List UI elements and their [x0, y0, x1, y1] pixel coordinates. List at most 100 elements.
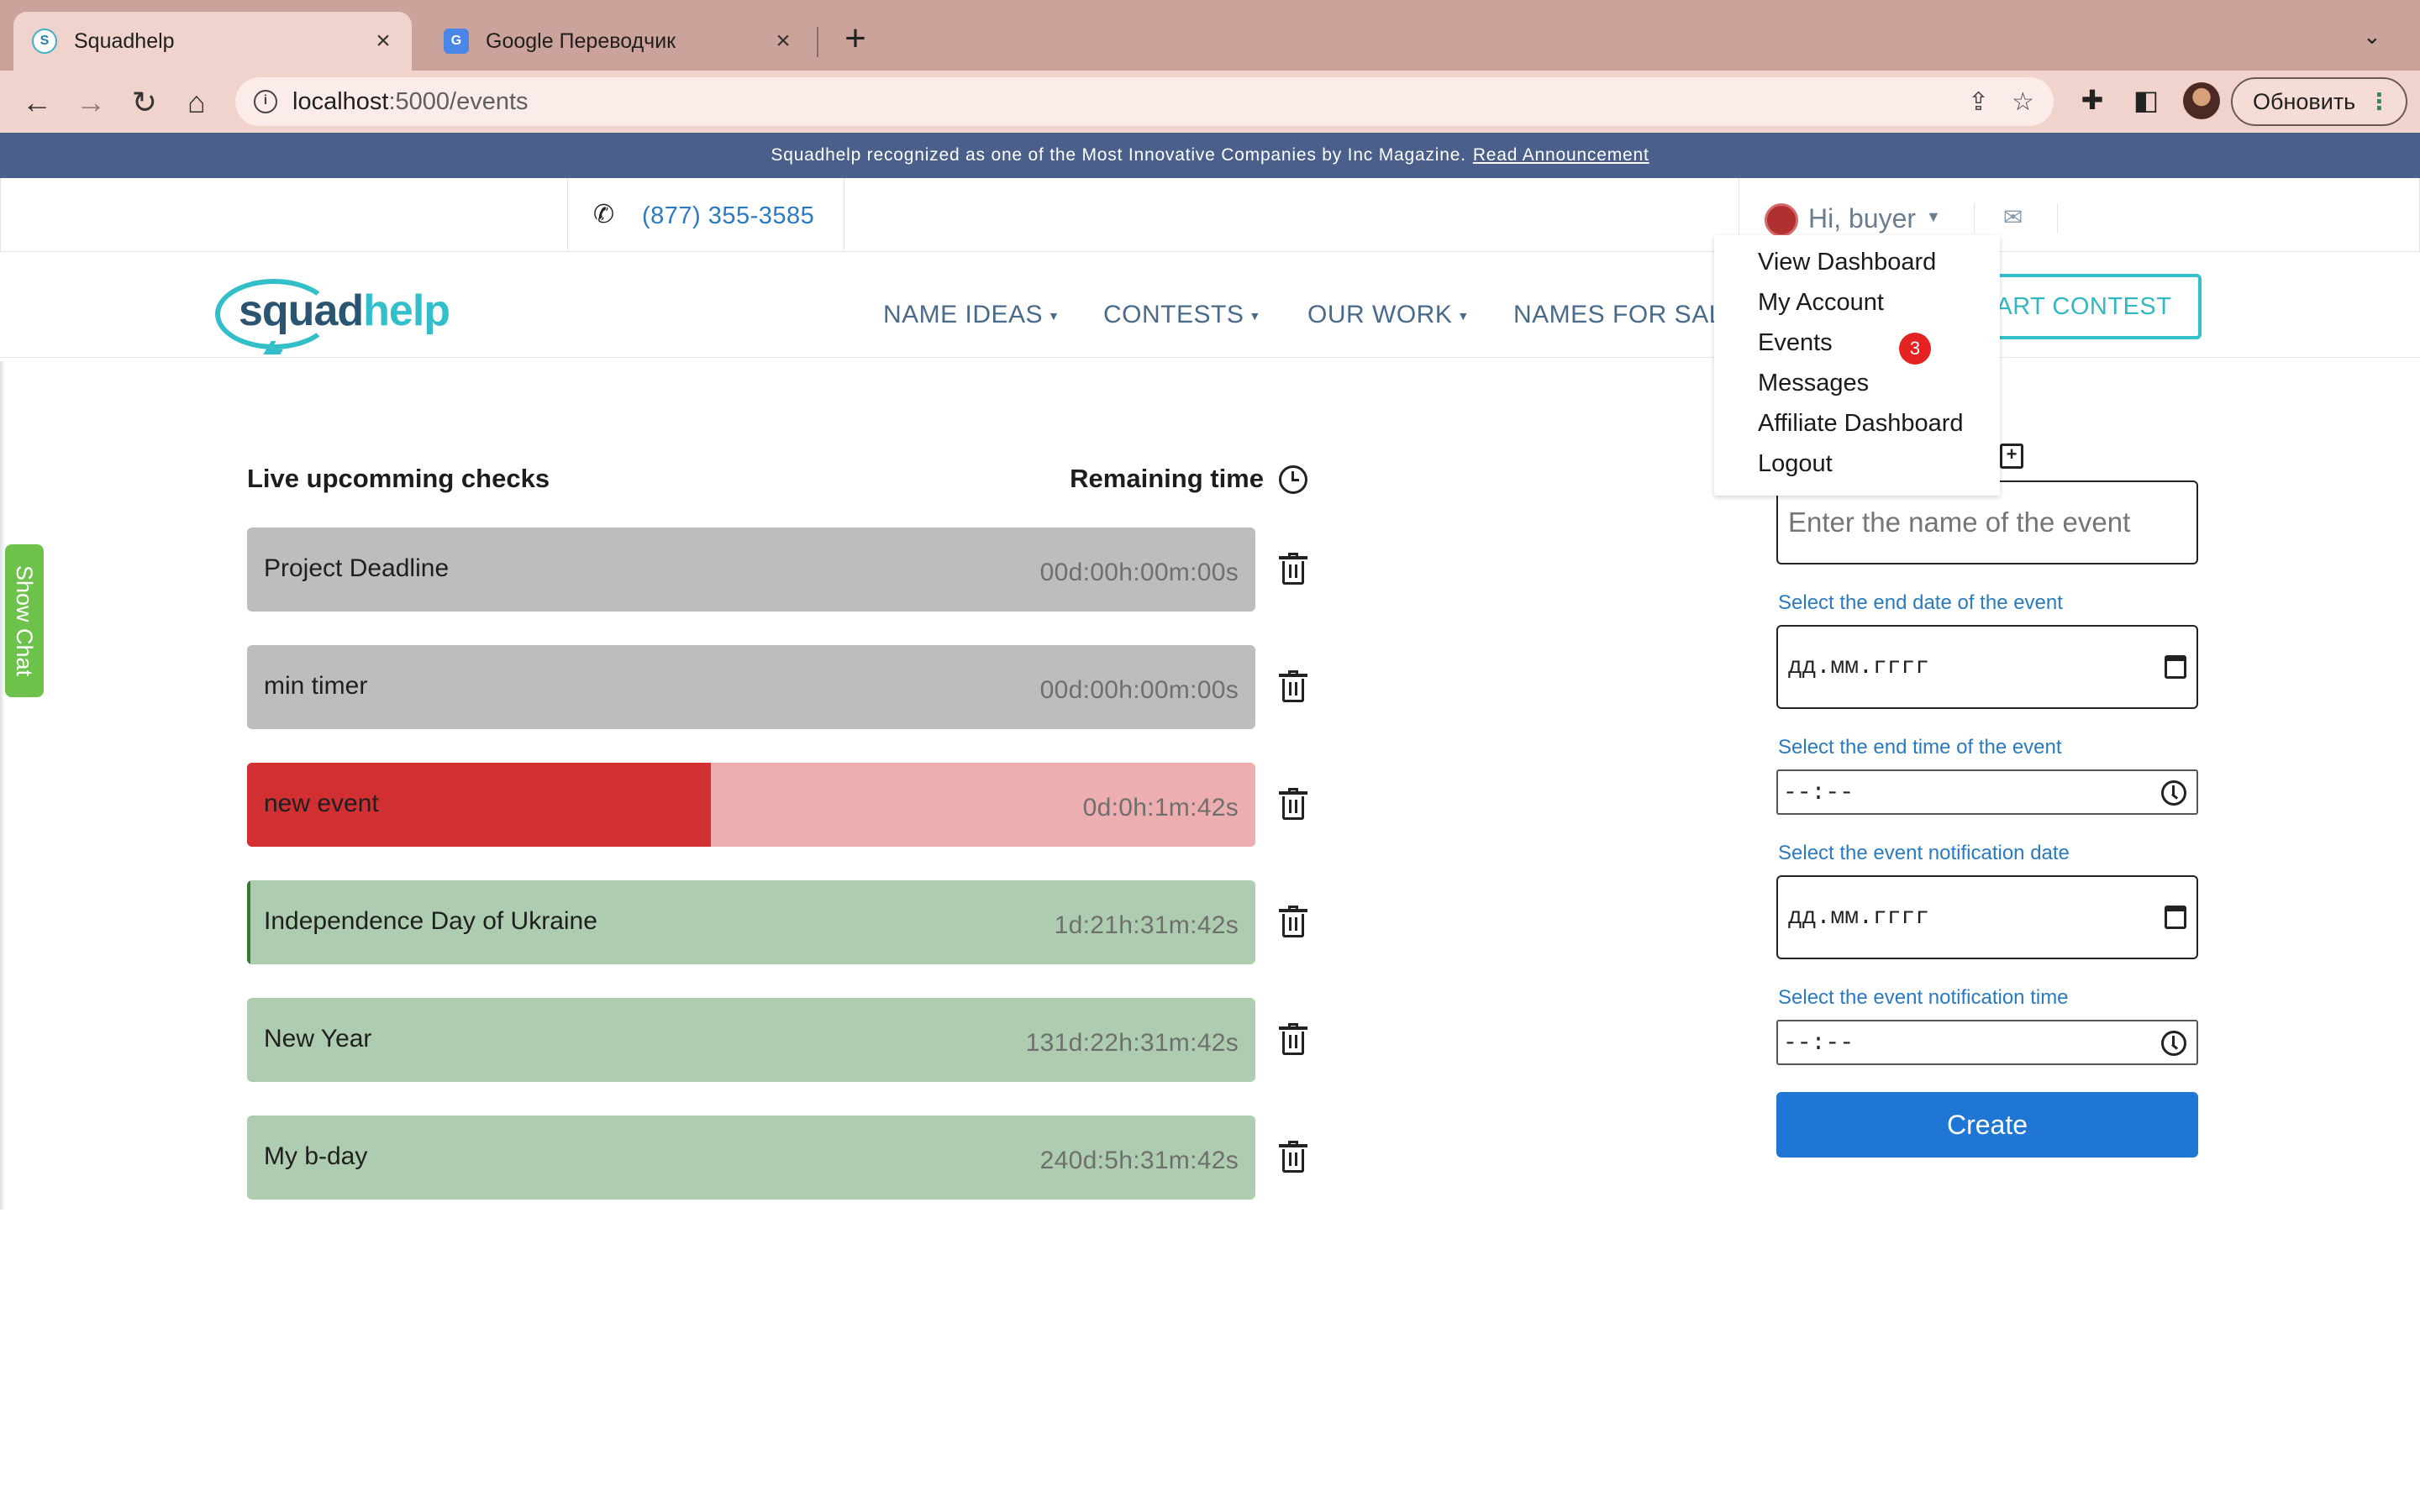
update-label: Обновить — [2253, 89, 2356, 114]
calendar-icon[interactable] — [2165, 655, 2186, 679]
delete-trash-icon[interactable] — [1279, 1023, 1307, 1057]
address-bar[interactable]: i localhost:5000/events ⇪ ☆ — [235, 77, 2054, 126]
close-tab-icon[interactable]: × — [766, 27, 800, 55]
nav-names-for-sale[interactable]: NAMES FOR SALE — [1513, 301, 1740, 329]
end-time-label: Select the end time of the event — [1778, 736, 2062, 759]
events-list-title: Live upcomming checks — [247, 464, 550, 493]
end-date-value: дд.мм.гггг — [1788, 654, 1930, 680]
notify-time-value: --:-- — [1783, 1031, 1854, 1057]
event-row: Independence Day of Ukraine 1d:21h:31m:42… — [247, 880, 1307, 964]
site-info-icon[interactable]: i — [254, 90, 277, 113]
end-time-value: --:-- — [1783, 780, 1854, 806]
browser-tabstrip: S Squadhelp × G Google Переводчик × + ⌄ — [0, 0, 2420, 71]
profile-avatar[interactable] — [2183, 82, 2220, 119]
caret-down-icon: ▼ — [1457, 309, 1470, 323]
page-shadow — [0, 361, 5, 1210]
extensions-puzzle-icon[interactable]: ✚ — [2075, 84, 2109, 118]
update-browser-button[interactable]: Обновить ⋮ — [2231, 77, 2407, 126]
menu-item-view-dashboard[interactable]: View Dashboard — [1758, 249, 1936, 276]
event-progress-bar: Project Deadline 00d:00h:00m:00s — [247, 528, 1255, 612]
notify-date-value: дд.мм.гггг — [1788, 905, 1930, 931]
caret-down-icon: ▼ — [1048, 309, 1060, 323]
notify-time-field[interactable]: --:-- — [1776, 1020, 2198, 1065]
delete-trash-icon[interactable] — [1279, 670, 1307, 704]
event-row: min timer 00d:00h:00m:00s — [247, 645, 1307, 729]
user-dropdown-menu: View Dashboard My Account Events 3 Messa… — [1714, 235, 2000, 496]
more-menu-icon[interactable]: ⋮ — [2368, 79, 2391, 124]
event-row: My b-day 240d:5h:31m:42s — [247, 1116, 1307, 1200]
events-list-header: Live upcomming checks Remaining time — [247, 464, 1307, 497]
nav-name-ideas[interactable]: NAME IDEAS ▼ — [883, 301, 1060, 329]
event-row: Project Deadline 00d:00h:00m:00s — [247, 528, 1307, 612]
event-row: New Year 131d:22h:31m:42s — [247, 998, 1307, 1082]
create-event-button[interactable]: Create — [1776, 1092, 2198, 1158]
menu-item-messages[interactable]: Messages — [1758, 370, 1869, 397]
tab-google-translate[interactable]: G Google Переводчик × — [425, 12, 812, 71]
new-tab-icon[interactable]: + — [835, 20, 876, 60]
clock-icon — [1279, 465, 1307, 494]
events-count-badge: 3 — [1899, 333, 1931, 365]
share-icon[interactable]: ⇪ — [1968, 87, 1989, 117]
menu-item-events[interactable]: Events 3 — [1758, 329, 1931, 365]
event-progress-bar: New Year 131d:22h:31m:42s — [247, 998, 1255, 1082]
user-avatar — [1765, 203, 1798, 237]
phone-icon: ✆ — [593, 201, 615, 228]
url-host: localhost — [292, 88, 389, 115]
event-row: new event 0d:0h:1m:42s — [247, 763, 1307, 847]
user-greeting: Hi, buyer — [1808, 203, 1917, 234]
nav-contests[interactable]: CONTESTS ▼ — [1103, 301, 1261, 329]
delete-trash-icon[interactable] — [1279, 906, 1307, 939]
clock-icon[interactable] — [2161, 1031, 2186, 1056]
tab-separator — [817, 27, 818, 57]
logo-wordmark: squadhelp — [239, 286, 450, 335]
menu-item-affiliate-dashboard[interactable]: Affiliate Dashboard — [1758, 410, 1964, 438]
announcement-bar: Squadhelp recognized as one of the Most … — [0, 133, 2420, 178]
tab-squadhelp[interactable]: S Squadhelp × — [13, 12, 412, 71]
show-chat-button[interactable]: Show Chat — [5, 544, 44, 697]
forward-icon[interactable]: → — [74, 86, 108, 119]
squadhelp-logo[interactable]: squadhelp — [215, 277, 450, 354]
calendar-add-icon: + — [2000, 444, 2023, 469]
event-remaining-time: 131d:22h:31m:42s — [1025, 1029, 1239, 1057]
mail-icon: ✉ — [2003, 204, 2023, 230]
caret-down-icon: ▼ — [1249, 309, 1261, 323]
back-icon[interactable]: ← — [20, 86, 54, 119]
event-remaining-time: 0d:0h:1m:42s — [1082, 794, 1239, 822]
nav-our-work[interactable]: OUR WORK ▼ — [1307, 301, 1470, 329]
event-remaining-time: 1d:21h:31m:42s — [1054, 911, 1239, 939]
event-name: My b-day — [264, 1142, 368, 1170]
bookmark-star-icon[interactable]: ☆ — [2012, 87, 2034, 117]
delete-trash-icon[interactable] — [1279, 788, 1307, 822]
menu-item-logout[interactable]: Logout — [1758, 450, 1833, 478]
event-remaining-time: 240d:5h:31m:42s — [1039, 1147, 1239, 1174]
event-progress-bar: min timer 00d:00h:00m:00s — [247, 645, 1255, 729]
notify-time-label: Select the event notification time — [1778, 986, 2069, 1009]
tab-search-chevron-icon[interactable]: ⌄ — [2363, 24, 2381, 50]
side-panel-icon[interactable]: ◧ — [2129, 84, 2163, 118]
read-announcement-link[interactable]: Read Announcement — [1473, 145, 1649, 165]
notify-date-field[interactable]: дд.мм.гггг — [1776, 875, 2198, 959]
announcement-text: Squadhelp recognized as one of the Most … — [771, 145, 1466, 165]
phone-number[interactable]: (877) 355-3585 — [642, 202, 814, 230]
delete-trash-icon[interactable] — [1279, 1141, 1307, 1174]
event-progress-fill — [247, 880, 250, 964]
menu-item-my-account[interactable]: My Account — [1758, 289, 1884, 317]
calendar-icon[interactable] — [2165, 906, 2186, 929]
home-icon[interactable]: ⌂ — [180, 86, 213, 119]
reload-icon[interactable]: ↻ — [128, 86, 161, 119]
url-text[interactable]: localhost:5000/events — [292, 88, 529, 116]
event-progress-bar: new event 0d:0h:1m:42s — [247, 763, 1255, 847]
end-date-field[interactable]: дд.мм.гггг — [1776, 625, 2198, 709]
messages-link[interactable]: ✉ — [1974, 203, 2058, 234]
phone-contact[interactable]: ✆ (877) 355-3585 — [567, 178, 844, 252]
clock-icon[interactable] — [2161, 780, 2186, 806]
event-name: min timer — [264, 672, 368, 700]
end-time-field[interactable]: --:-- — [1776, 769, 2198, 815]
caret-down-icon: ▼ — [1926, 208, 1941, 225]
event-progress-bar: Independence Day of Ukraine 1d:21h:31m:42… — [247, 880, 1255, 964]
url-path: :5000/events — [388, 88, 529, 115]
tab-title: Google Переводчик — [486, 29, 676, 53]
tab-title: Squadhelp — [74, 29, 175, 53]
close-tab-icon[interactable]: × — [366, 27, 400, 55]
delete-trash-icon[interactable] — [1279, 553, 1307, 586]
